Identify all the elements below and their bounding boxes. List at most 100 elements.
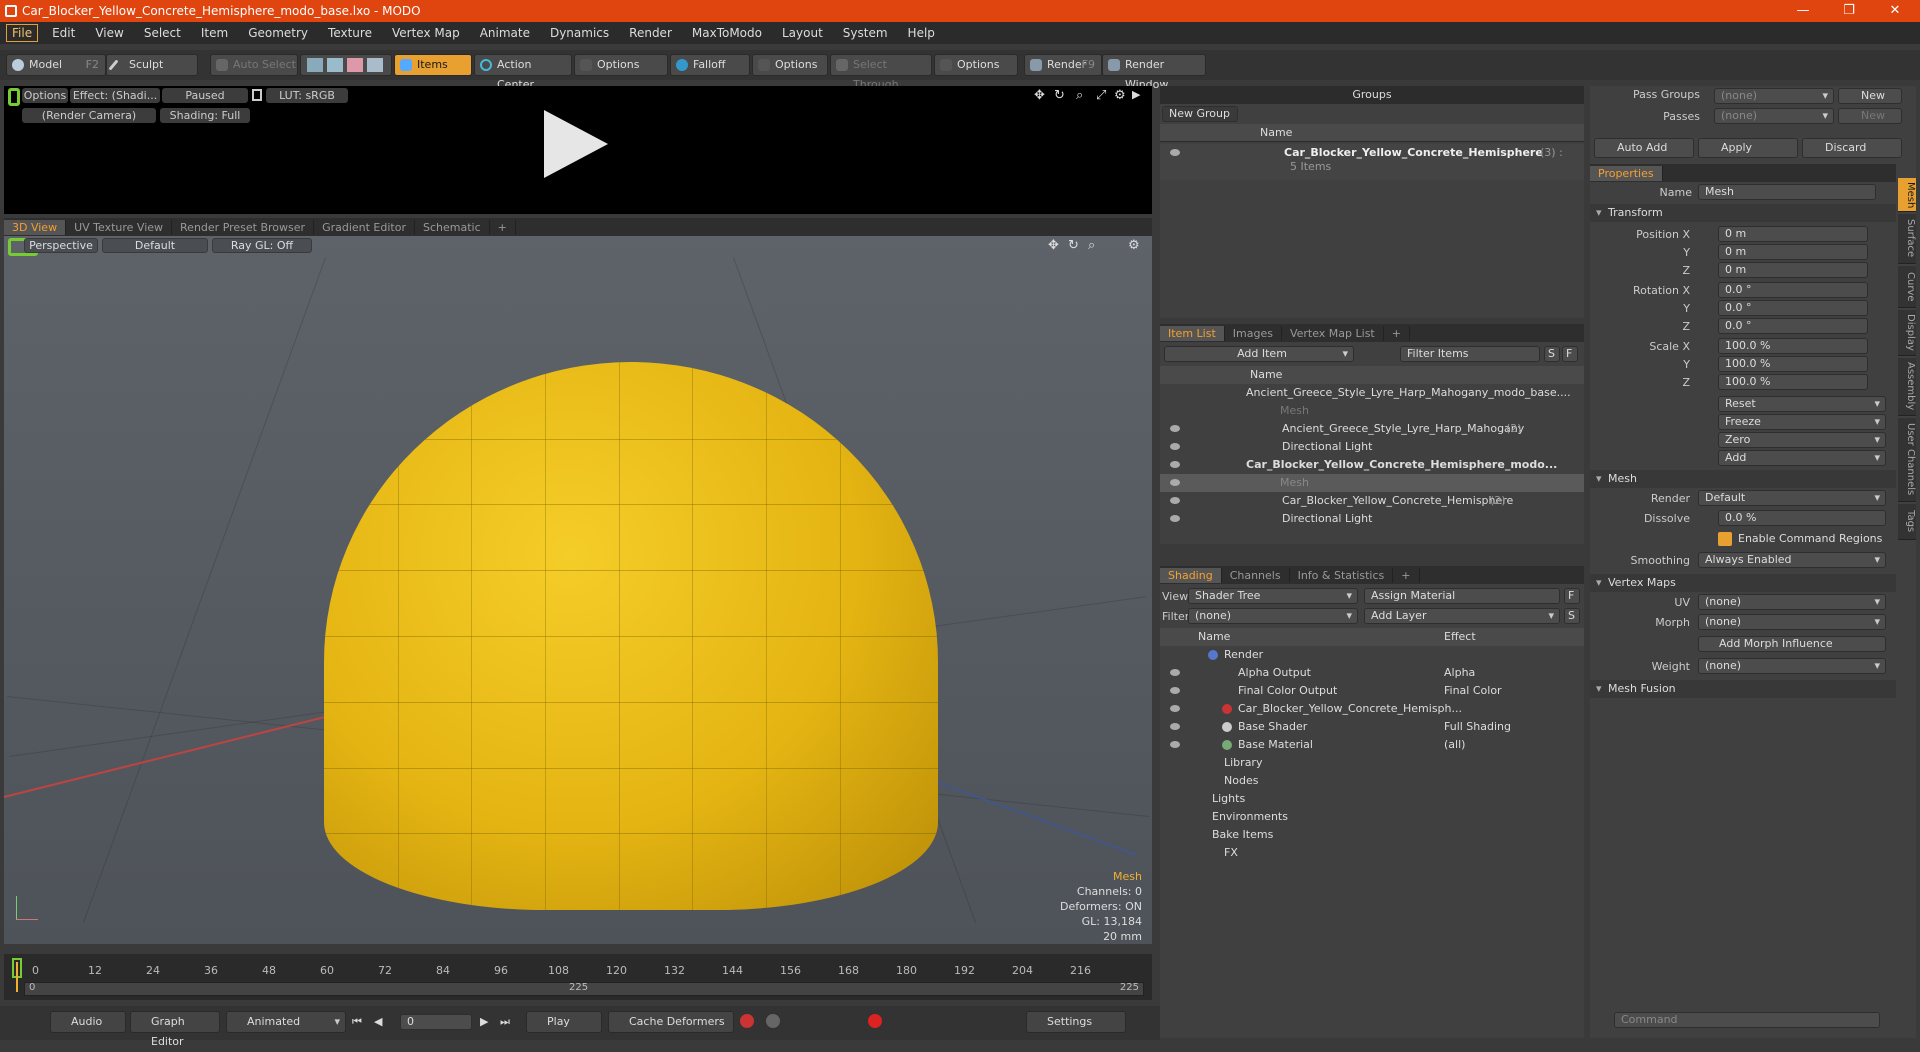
scale-y-input[interactable]: 100.0 % (1718, 356, 1868, 372)
record-icon[interactable] (868, 1014, 882, 1028)
play-button[interactable]: Play (526, 1011, 602, 1033)
maximize-icon[interactable]: ⤢ (1096, 88, 1106, 103)
eye-icon[interactable] (1170, 705, 1180, 712)
tab-3d-view[interactable]: 3D View (4, 219, 67, 235)
select-through-button[interactable]: Select Through (830, 54, 932, 91)
eye-icon[interactable] (1170, 515, 1180, 522)
next-frame-icon[interactable]: ▶ (480, 1015, 488, 1028)
groups-row[interactable]: Car_Blocker_Yellow_Concrete_Hemisphere (… (1160, 144, 1584, 180)
reset-dropdown[interactable]: Reset (1718, 396, 1886, 412)
position-y-input[interactable]: 0 m (1718, 244, 1868, 260)
render-window-button[interactable]: Render Window (1102, 54, 1206, 91)
position-z-input[interactable]: 0 m (1718, 262, 1868, 278)
shading-dropdown[interactable]: Shading: Full (160, 108, 250, 123)
vtab-surface[interactable]: Surface (1898, 214, 1916, 264)
key-icon[interactable] (740, 1014, 754, 1028)
vtab-mesh[interactable]: Mesh (1898, 178, 1916, 212)
vtab-display[interactable]: Display (1898, 310, 1916, 356)
shader-row[interactable]: Environments (1160, 808, 1584, 826)
mesh-fusion-section[interactable]: Mesh Fusion (1590, 680, 1896, 698)
tab-images[interactable]: Images (1225, 325, 1282, 341)
falloff-options-button[interactable]: Options (752, 54, 828, 76)
preview-options-button[interactable]: Options (22, 88, 68, 103)
audio-button[interactable]: Audio (50, 1011, 126, 1033)
shader-row[interactable]: Bake Items (1160, 826, 1584, 844)
name-input[interactable]: Mesh (1698, 184, 1876, 200)
add-morph-influence-button[interactable]: Add Morph Influence (1698, 636, 1886, 652)
tab-vertex-map-list[interactable]: Vertex Map List (1282, 325, 1384, 341)
weight-dropdown[interactable]: (none) (1698, 658, 1886, 674)
previous-frame-icon[interactable]: ◀ (374, 1015, 382, 1028)
shader-row[interactable]: Car_Blocker_Yellow_Concrete_Hemisph... (1160, 700, 1584, 718)
shader-row[interactable]: Nodes (1160, 772, 1584, 790)
shader-row[interactable]: Base Shader Full Shading (1160, 718, 1584, 736)
menu-texture[interactable]: Texture (318, 26, 382, 40)
assign-material-button[interactable]: Assign Material (1364, 588, 1560, 604)
render-dropdown[interactable]: Default (1698, 490, 1886, 506)
menu-render[interactable]: Render (619, 26, 682, 40)
action-center-button[interactable]: Action Center (474, 54, 572, 91)
edges-mode-icon[interactable] (327, 58, 343, 72)
shading-f-button[interactable]: F (1564, 588, 1580, 604)
transform-section[interactable]: Transform (1590, 204, 1896, 222)
render-camera-dropdown[interactable]: (Render Camera) (22, 108, 156, 123)
menu-layout[interactable]: Layout (772, 26, 833, 40)
items-mode-button[interactable]: Items (394, 54, 472, 76)
zoom-icon[interactable]: ⌕ (1088, 238, 1095, 253)
discard-button[interactable]: Discard (1802, 138, 1902, 158)
materials-mode-icon[interactable] (367, 58, 383, 72)
command-input[interactable]: Command (1614, 1012, 1880, 1028)
skip-to-start-icon[interactable]: ⏮ (352, 1015, 362, 1029)
shading-s-button[interactable]: S (1564, 608, 1580, 624)
orbit-icon[interactable]: ↻ (1068, 238, 1079, 253)
mesh-section[interactable]: Mesh (1590, 470, 1896, 488)
shader-row[interactable]: Alpha Output Alpha (1160, 664, 1584, 682)
filter-dropdown[interactable]: (none) (1188, 608, 1358, 624)
command-regions-checkbox[interactable] (1718, 532, 1732, 546)
position-x-input[interactable]: 0 m (1718, 226, 1868, 242)
smoothing-dropdown[interactable]: Always Enabled (1698, 552, 1886, 568)
eye-icon[interactable] (1170, 497, 1180, 504)
animated-dropdown[interactable]: Animated (226, 1011, 346, 1033)
eye-icon[interactable] (1170, 443, 1180, 450)
hemisphere-mesh[interactable] (324, 362, 938, 910)
item-row[interactable]: Ancient_Greece_Style_Lyre_Harp_Mahogany_… (1160, 384, 1584, 402)
auto-add-button[interactable]: Auto Add (1594, 138, 1694, 158)
vtab-tags[interactable]: Tags (1898, 504, 1916, 540)
add-tab-button[interactable]: + (1384, 325, 1410, 341)
shader-row[interactable]: Render (1160, 646, 1584, 664)
pan-icon[interactable]: ✥ (1048, 238, 1059, 253)
current-frame-input[interactable]: 0 (400, 1014, 472, 1030)
menu-geometry[interactable]: Geometry (238, 26, 318, 40)
expand-arrow-icon[interactable]: ▶ (1132, 88, 1140, 101)
add-tab-button[interactable]: + (1393, 567, 1420, 583)
vtab-assembly[interactable]: Assembly (1898, 358, 1916, 416)
timeline[interactable]: 0 12 24 36 48 60 72 84 96 108 120 132 14… (4, 954, 1152, 1000)
rotation-z-input[interactable]: 0.0 ° (1718, 318, 1868, 334)
preview-paused-button[interactable]: Paused (162, 88, 248, 103)
passes-dropdown[interactable]: (none) (1714, 108, 1834, 124)
preview-layout-icon[interactable] (8, 88, 20, 106)
apply-button[interactable]: Apply (1698, 138, 1798, 158)
shader-row[interactable]: FX (1160, 844, 1584, 862)
scale-x-input[interactable]: 100.0 % (1718, 338, 1868, 354)
timeline-range-bar[interactable]: 0 225 225 (24, 982, 1144, 996)
item-row[interactable]: Directional Light (1160, 510, 1584, 528)
new-group-button[interactable]: New Group (1162, 106, 1238, 122)
lock-icon[interactable] (252, 89, 262, 101)
menu-edit[interactable]: Edit (42, 26, 85, 40)
new-pass-button[interactable]: New (1838, 108, 1902, 124)
eye-icon[interactable] (1170, 741, 1180, 748)
vertex-maps-section[interactable]: Vertex Maps (1590, 574, 1896, 592)
eye-icon[interactable] (1170, 479, 1180, 486)
auto-select-button[interactable]: Auto Select (210, 54, 298, 76)
menu-select[interactable]: Select (134, 26, 191, 40)
eye-icon[interactable] (1170, 425, 1180, 432)
uv-dropdown[interactable]: (none) (1698, 594, 1886, 610)
raygl-dropdown[interactable]: Ray GL: Off (212, 238, 312, 253)
default-style-dropdown[interactable]: Default (102, 238, 208, 253)
tab-render-preset-browser[interactable]: Render Preset Browser (172, 219, 315, 235)
graph-editor-button[interactable]: Graph Editor (130, 1011, 220, 1048)
view-dropdown[interactable]: Shader Tree (1188, 588, 1358, 604)
eye-icon[interactable] (1170, 149, 1180, 156)
